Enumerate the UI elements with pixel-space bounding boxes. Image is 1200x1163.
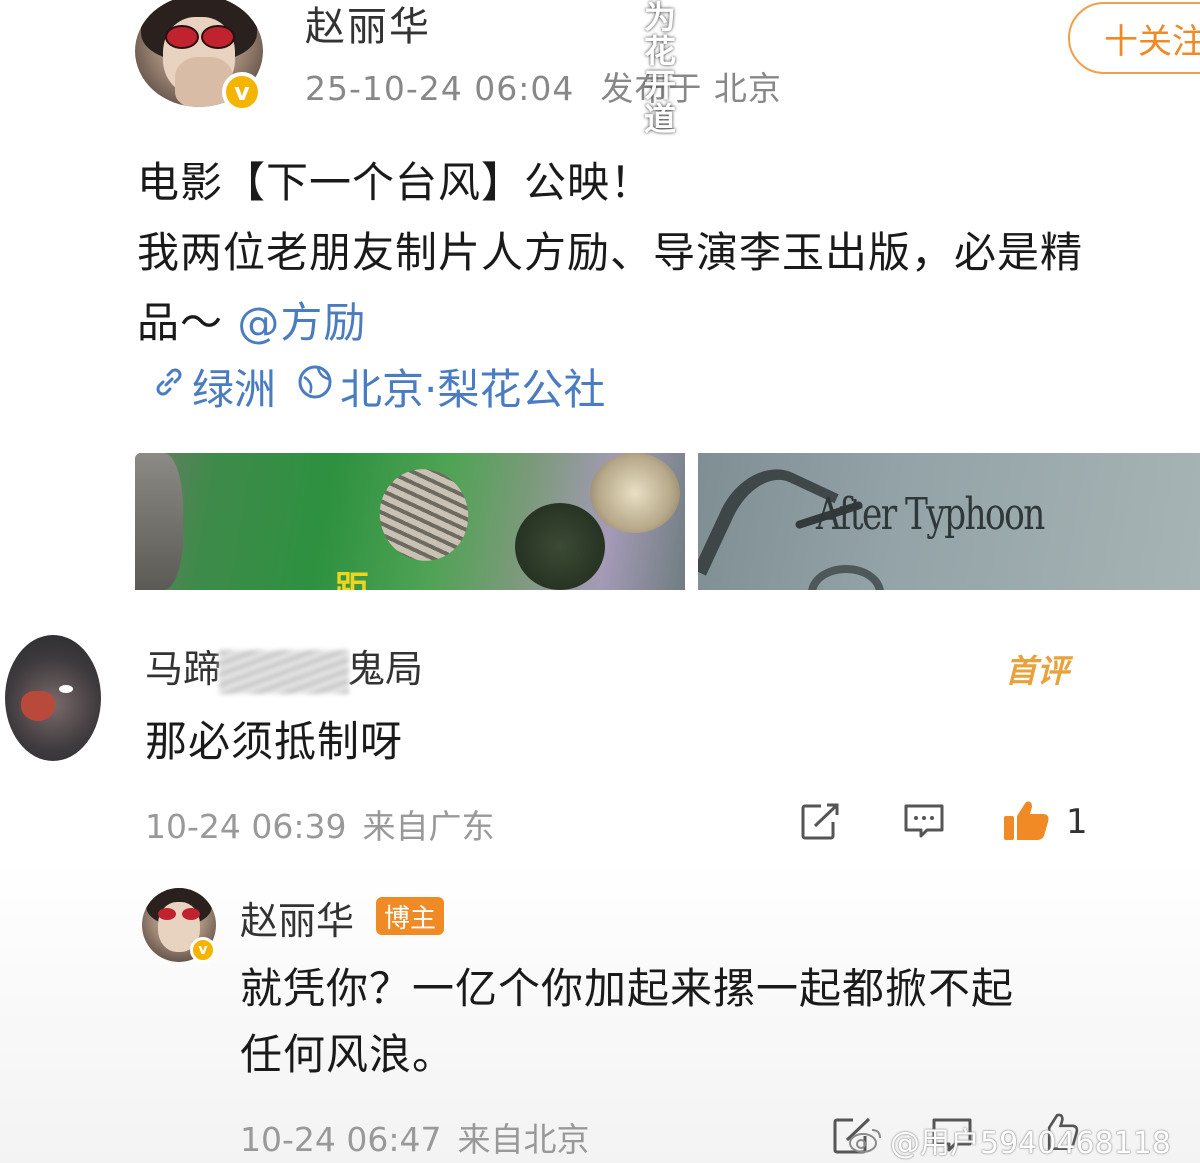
tag-link-oasis[interactable]: 绿洲 xyxy=(192,356,276,417)
image-2-title: After Typhoon xyxy=(816,489,1045,540)
post-text-line-3: 品～ @方励 xyxy=(137,288,1200,358)
post-image-2[interactable]: After Typhoon xyxy=(698,453,1200,590)
author-badge-label: 博主 xyxy=(384,903,437,934)
follow-button[interactable]: 十关注 xyxy=(1068,2,1200,74)
post-tags: 绿洲 北京·梨花公社 xyxy=(152,356,605,417)
comment-meta: 10-24 06:39 来自广东 xyxy=(145,800,494,848)
post-text-line-3-prefix: 品～ xyxy=(137,298,224,347)
reply-verified-mark: v xyxy=(198,942,208,958)
name-redaction xyxy=(219,649,350,694)
post-image-1[interactable]: 距 xyxy=(135,453,685,590)
post-text-line-2: 我两位老朋友制片人方励、导演李玉出版，必是精 xyxy=(137,228,1084,277)
author-badge: 博主 xyxy=(376,897,445,935)
image-1-vertical-text: 为花开道 xyxy=(643,0,676,138)
link-icon xyxy=(152,365,186,408)
reply-verified-badge-icon: v xyxy=(190,937,216,963)
post-author-name[interactable]: 赵丽华 xyxy=(305,0,431,52)
reply-source: 来自北京 xyxy=(457,1120,590,1159)
weibo-logo-icon xyxy=(848,1126,884,1154)
reply-timestamp: 10-24 06:47 xyxy=(240,1120,442,1159)
tag-location[interactable]: 北京·梨花公社 xyxy=(340,356,605,417)
commenter-avatar[interactable] xyxy=(5,635,101,761)
image-1-caption: 距 xyxy=(335,569,369,590)
commenter-name-suffix: 鬼局 xyxy=(347,647,424,691)
reply-text-line-2: 任何风浪。 xyxy=(240,1030,456,1079)
post-location: 发布于 北京 xyxy=(600,69,782,108)
commenter-name-prefix: 马蹄 xyxy=(145,647,222,691)
post-text: 电影【下一个台风】公映！ 我两位老朋友制片人方励、导演李玉出版，必是精 品～ @… xyxy=(137,148,1200,358)
verified-badge-icon: v xyxy=(222,72,262,112)
commenter-name[interactable]: 马蹄 鬼局 xyxy=(145,638,423,694)
share-icon[interactable] xyxy=(798,802,842,842)
like-count: 1 xyxy=(1066,802,1088,842)
verified-mark: v xyxy=(234,78,250,106)
post-meta: 25-10-24 06:04 发布于 北京 xyxy=(305,62,782,110)
reply-text: 就凭你？一亿个你加起来摞一起都掀不起 任何风浪。 xyxy=(240,956,1120,1088)
watermark: @用户5940468118 xyxy=(848,1118,1171,1162)
comment-text: 那必须抵制呀 xyxy=(145,717,404,766)
post-timestamp: 25-10-24 06:04 xyxy=(305,69,575,108)
first-comment-badge: 首评 xyxy=(1005,652,1070,690)
location-icon xyxy=(296,363,334,410)
reply-meta: 10-24 06:47 来自北京 xyxy=(240,1113,589,1161)
like-icon[interactable] xyxy=(1002,798,1052,844)
comment-timestamp: 10-24 06:39 xyxy=(145,807,347,846)
watermark-text: @用户5940468118 xyxy=(890,1126,1171,1161)
follow-button-label: 十关注 xyxy=(1104,21,1200,62)
comment-source: 来自广东 xyxy=(362,807,495,846)
comment-icon[interactable] xyxy=(902,802,946,842)
mention-link[interactable]: @方励 xyxy=(237,298,366,347)
post-text-line-1: 电影【下一个台风】公映！ xyxy=(137,158,654,207)
reply-text-line-1: 就凭你？一亿个你加起来摞一起都掀不起 xyxy=(240,964,1015,1013)
reply-author-name[interactable]: 赵丽华 xyxy=(240,890,354,945)
